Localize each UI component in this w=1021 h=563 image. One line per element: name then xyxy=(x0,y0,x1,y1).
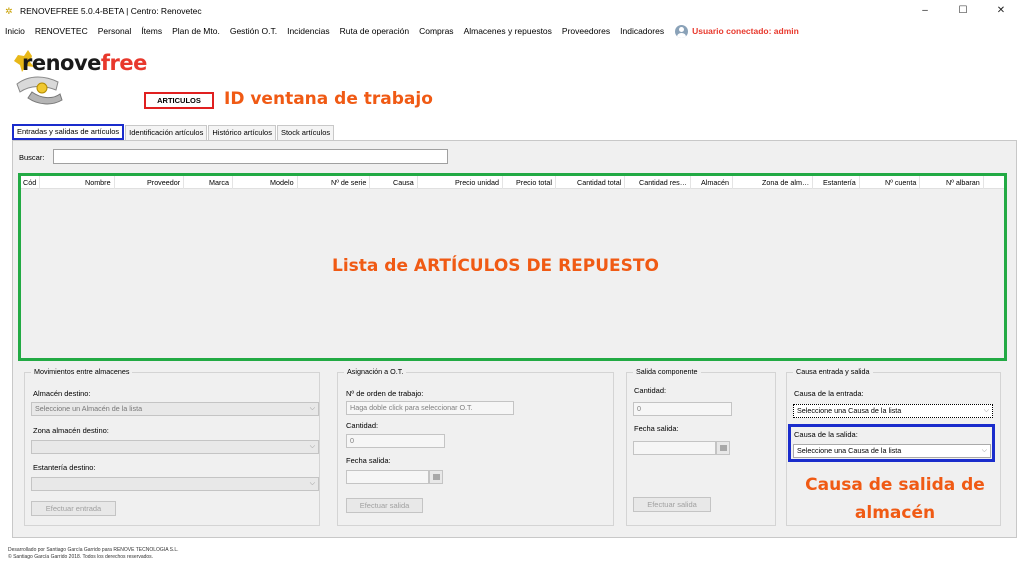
entry-cause-value: Seleccione una Causa de la lista xyxy=(797,406,902,415)
exit-cause-value: Seleccione una Causa de la lista xyxy=(797,446,902,455)
cause-group-title: Causa entrada y salida xyxy=(793,367,873,376)
connected-user: Usuario conectado: admin xyxy=(675,24,799,38)
chevron-down-icon: ⌵ xyxy=(309,443,315,450)
menu-incidencias[interactable]: Incidencias xyxy=(282,26,335,36)
column-header[interactable]: Modelo xyxy=(270,176,298,189)
app-logo-icon: ✲ xyxy=(5,6,13,16)
window-id-label: ARTICULOS xyxy=(144,92,214,109)
column-header[interactable]: Proveedor xyxy=(147,176,185,189)
renovefree-logo: renovefree xyxy=(12,48,162,108)
search-input[interactable] xyxy=(53,149,448,164)
menu-bar: Inicio RENOVETEC Personal Ítems Plan de … xyxy=(0,22,1021,40)
logo-text-free: free xyxy=(100,51,147,75)
tab-stock[interactable]: Stock artículos xyxy=(276,125,335,140)
entry-cause-select[interactable]: Seleccione una Causa de la lista ⌵ xyxy=(793,404,993,418)
dest-zone-select[interactable]: ⌵ xyxy=(31,440,319,454)
maximize-button[interactable]: ☐ xyxy=(943,2,983,20)
entry-cause-label: Causa de la entrada: xyxy=(794,389,864,398)
movements-group-title: Movimientos entre almacenes xyxy=(31,367,133,376)
connected-user-label: Usuario conectado: admin xyxy=(692,26,799,36)
ot-quantity-field[interactable]: 0 xyxy=(346,434,445,448)
title-bar: ✲ RENOVEFREE 5.0.4-BETA | Centro: Renove… xyxy=(0,0,1021,22)
chevron-down-icon: ⌵ xyxy=(981,447,987,454)
chevron-down-icon: ⌵ xyxy=(309,405,315,412)
column-header[interactable]: Nombre xyxy=(85,176,115,189)
ot-assignment-group-title: Asignación a O.T. xyxy=(344,367,407,376)
ot-efectuar-salida-button[interactable]: Efectuar salida xyxy=(346,498,423,513)
component-exit-date-label: Fecha salida: xyxy=(634,424,679,433)
chevron-down-icon: ⌵ xyxy=(983,407,989,414)
window-title: RENOVEFREE 5.0.4-BETA | Centro: Renovete… xyxy=(20,6,202,16)
tab-bar: Entradas y salidas de artículos Identifi… xyxy=(12,124,335,140)
column-header[interactable]: Nº cuenta xyxy=(885,176,921,189)
annotation-article-list: Lista de ARTÍCULOS DE REPUESTO xyxy=(332,256,659,276)
work-order-label: Nº de orden de trabajo: xyxy=(346,389,424,398)
menu-items[interactable]: Ítems xyxy=(136,26,167,36)
menu-gestion-ot[interactable]: Gestión O.T. xyxy=(225,26,282,36)
component-efectuar-salida-button[interactable]: Efectuar salida xyxy=(633,497,711,512)
annotation-exit-cause-line1: Causa de salida de xyxy=(805,475,985,495)
menu-proveedores[interactable]: Proveedores xyxy=(557,26,615,36)
calendar-icon[interactable] xyxy=(429,470,443,484)
ot-quantity-label: Cantidad: xyxy=(346,421,379,430)
ot-exit-date-field[interactable] xyxy=(346,470,429,484)
menu-indicadores[interactable]: Indicadores xyxy=(615,26,669,36)
menu-compras[interactable]: Compras xyxy=(414,26,458,36)
footer: Desarrollado por Santiago García Garrido… xyxy=(8,547,179,561)
annotation-exit-cause-line2: almacén xyxy=(854,503,936,523)
menu-personal[interactable]: Personal xyxy=(93,26,137,36)
dest-warehouse-select[interactable]: Seleccione un Almacén de la lista ⌵ xyxy=(31,402,319,416)
ot-exit-date-label: Fecha salida: xyxy=(346,456,391,465)
menu-almacenes-repuestos[interactable]: Almacenes y repuestos xyxy=(459,26,557,36)
column-header[interactable]: Precio unidad xyxy=(455,176,503,189)
user-icon xyxy=(675,24,689,38)
tab-historico[interactable]: Histórico artículos xyxy=(208,125,276,140)
logo-wordmark: renovefree xyxy=(22,51,147,75)
column-header[interactable]: Nº albaran xyxy=(946,176,984,189)
dest-warehouse-label: Almacén destino: xyxy=(33,389,91,398)
component-quantity-field[interactable]: 0 xyxy=(633,402,732,416)
dest-warehouse-value: Seleccione un Almacén de la lista xyxy=(35,404,143,413)
footer-copyright: © Santiago García Garrido 2018. Todos lo… xyxy=(8,554,154,560)
tab-identificacion[interactable]: Identificación artículos xyxy=(125,125,208,140)
column-header[interactable]: Almacén xyxy=(701,176,733,189)
menu-inicio[interactable]: Inicio xyxy=(0,26,30,36)
column-header[interactable]: Nº de serie xyxy=(331,176,371,189)
articles-list-header: Cód Nombre Proveedor Marca Modelo Nº de … xyxy=(21,176,1004,189)
footer-credits: Desarrollado por Santiago García Garrido… xyxy=(8,547,179,553)
component-quantity-label: Cantidad: xyxy=(634,386,667,395)
tab-entradas-salidas[interactable]: Entradas y salidas de artículos xyxy=(12,124,125,140)
dest-shelf-label: Estantería destino: xyxy=(33,463,96,472)
component-exit-date-field[interactable] xyxy=(633,441,716,455)
menu-plan-mto[interactable]: Plan de Mto. xyxy=(167,26,225,36)
menu-ruta-operacion[interactable]: Ruta de operación xyxy=(335,26,414,36)
efectuar-entrada-button[interactable]: Efectuar entrada xyxy=(31,501,116,516)
dest-shelf-select[interactable]: ⌵ xyxy=(31,477,319,491)
chevron-down-icon: ⌵ xyxy=(309,480,315,487)
column-header[interactable]: Estantería xyxy=(823,176,860,189)
column-header[interactable]: Marca xyxy=(209,176,233,189)
annotation-exit-cause: Causa de salida de almacén xyxy=(795,471,995,527)
exit-cause-select[interactable]: Seleccione una Causa de la lista ⌵ xyxy=(793,444,991,458)
calendar-icon[interactable] xyxy=(716,441,730,455)
column-header[interactable]: Causa xyxy=(393,176,418,189)
column-header[interactable]: Cantidad total xyxy=(577,176,626,189)
column-header[interactable]: Zona de alm… xyxy=(762,176,814,189)
component-exit-group-title: Salida componente xyxy=(633,367,701,376)
minimize-button[interactable]: – xyxy=(905,2,945,20)
close-button[interactable]: ✕ xyxy=(981,2,1021,20)
annotation-window-id: ID ventana de trabajo xyxy=(224,89,433,109)
logo-text-renove: renove xyxy=(22,51,101,75)
menu-renovetec[interactable]: RENOVETEC xyxy=(30,26,93,36)
work-order-field[interactable]: Haga doble click para seleccionar O.T. xyxy=(346,401,514,415)
search-label: Buscar: xyxy=(19,153,45,162)
exit-cause-label: Causa de la salida: xyxy=(794,430,858,439)
dest-zone-label: Zona almacén destino: xyxy=(33,426,109,435)
column-header[interactable]: Cód xyxy=(23,176,41,189)
column-header[interactable]: Precio total xyxy=(516,176,556,189)
column-header[interactable]: Cantidad res… xyxy=(639,176,691,189)
